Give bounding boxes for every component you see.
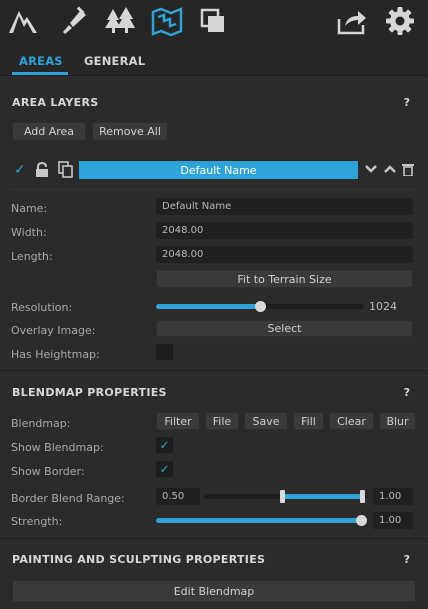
tab-areas[interactable]: AREAS bbox=[19, 54, 63, 68]
painting-properties-title: PAINTING AND SCULPTING PROPERTIES bbox=[12, 553, 266, 566]
blendmap-properties-title: BLENDMAP PROPERTIES bbox=[12, 386, 167, 399]
strength-label: Strength: bbox=[11, 515, 63, 528]
fit-terrain-button[interactable]: Fit to Terrain Size bbox=[156, 270, 413, 288]
tab-bar: AREAS GENERAL bbox=[0, 42, 428, 76]
name-field[interactable]: Default Name bbox=[156, 198, 413, 215]
chevron-down-icon[interactable] bbox=[364, 163, 378, 178]
border-min-value: 0.50 bbox=[162, 491, 185, 502]
share-icon[interactable] bbox=[335, 4, 369, 38]
resolution-value: 1024 bbox=[369, 300, 397, 313]
save-button[interactable]: Save bbox=[244, 412, 288, 430]
name-label: Name: bbox=[11, 202, 48, 215]
layer-name: Default Name bbox=[180, 163, 257, 177]
length-label: Length: bbox=[11, 250, 53, 263]
width-field[interactable]: 2048.00 bbox=[156, 222, 413, 239]
lock-icon[interactable] bbox=[35, 161, 49, 181]
trash-icon[interactable] bbox=[402, 163, 414, 179]
length-value: 2048.00 bbox=[162, 249, 204, 260]
border-range-fill bbox=[283, 494, 362, 499]
length-field[interactable]: 2048.00 bbox=[156, 246, 413, 263]
divider bbox=[10, 189, 416, 190]
strength-field[interactable]: 1.00 bbox=[373, 512, 413, 529]
has-heightmap-label: Has Heightmap: bbox=[11, 348, 100, 361]
gear-icon[interactable] bbox=[383, 4, 417, 38]
mountain-icon[interactable] bbox=[6, 4, 40, 38]
resolution-slider-knob[interactable] bbox=[255, 301, 266, 312]
strength-slider-knob[interactable] bbox=[356, 515, 367, 526]
trees-icon[interactable] bbox=[103, 4, 137, 38]
active-tab-indicator bbox=[12, 72, 68, 75]
name-value: Default Name bbox=[162, 201, 232, 212]
fill-button[interactable]: Fill bbox=[293, 412, 324, 430]
remove-all-button[interactable]: Remove All bbox=[92, 122, 168, 141]
blur-button[interactable]: Blur bbox=[379, 412, 416, 430]
layer-visible-check-icon[interactable]: ✓ bbox=[14, 163, 26, 177]
width-value: 2048.00 bbox=[162, 225, 204, 236]
chevron-up-icon[interactable] bbox=[383, 163, 397, 178]
resolution-slider-fill bbox=[156, 304, 260, 309]
show-blendmap-label: Show Blendmap: bbox=[11, 441, 104, 454]
file-button[interactable]: File bbox=[205, 412, 239, 430]
width-label: Width: bbox=[11, 226, 47, 239]
top-toolbar bbox=[0, 0, 428, 42]
border-max-field[interactable]: 1.00 bbox=[373, 488, 413, 505]
blendmap-label: Blendmap: bbox=[11, 417, 71, 430]
map-icon[interactable] bbox=[150, 4, 184, 38]
show-blendmap-checkbox[interactable]: ✓ bbox=[156, 437, 173, 453]
border-min-field[interactable]: 0.50 bbox=[156, 488, 200, 505]
clear-button[interactable]: Clear bbox=[329, 412, 374, 430]
copy-windows-icon[interactable] bbox=[196, 4, 230, 38]
section-divider bbox=[0, 370, 428, 371]
select-overlay-button[interactable]: Select bbox=[156, 320, 413, 337]
area-layers-title: AREA LAYERS bbox=[12, 96, 99, 109]
section-divider bbox=[0, 538, 428, 539]
border-range-min-handle[interactable] bbox=[280, 490, 285, 503]
strength-value: 1.00 bbox=[379, 515, 402, 526]
show-border-label: Show Border: bbox=[11, 465, 85, 478]
has-heightmap-checkbox[interactable] bbox=[156, 344, 173, 360]
painting-help[interactable]: ? bbox=[404, 553, 410, 566]
border-blend-range-label: Border Blend Range: bbox=[11, 492, 125, 505]
overlay-image-label: Overlay Image: bbox=[11, 324, 96, 337]
border-range-max-handle[interactable] bbox=[360, 490, 365, 503]
tab-general[interactable]: GENERAL bbox=[84, 54, 145, 68]
resolution-label: Resolution: bbox=[11, 301, 73, 314]
area-layers-help[interactable]: ? bbox=[404, 96, 410, 109]
border-max-value: 1.00 bbox=[379, 491, 402, 502]
strength-slider-fill bbox=[156, 518, 361, 523]
edit-blendmap-button[interactable]: Edit Blendmap bbox=[12, 580, 416, 602]
show-border-checkbox[interactable]: ✓ bbox=[156, 461, 173, 477]
filter-button[interactable]: Filter bbox=[156, 412, 200, 430]
check-icon: ✓ bbox=[159, 438, 170, 452]
add-area-button[interactable]: Add Area bbox=[12, 122, 86, 141]
brush-icon[interactable] bbox=[57, 4, 91, 38]
check-icon: ✓ bbox=[159, 462, 170, 476]
duplicate-icon[interactable] bbox=[58, 161, 73, 181]
blendmap-help[interactable]: ? bbox=[404, 386, 410, 399]
layer-name-bar[interactable]: Default Name bbox=[79, 161, 358, 179]
